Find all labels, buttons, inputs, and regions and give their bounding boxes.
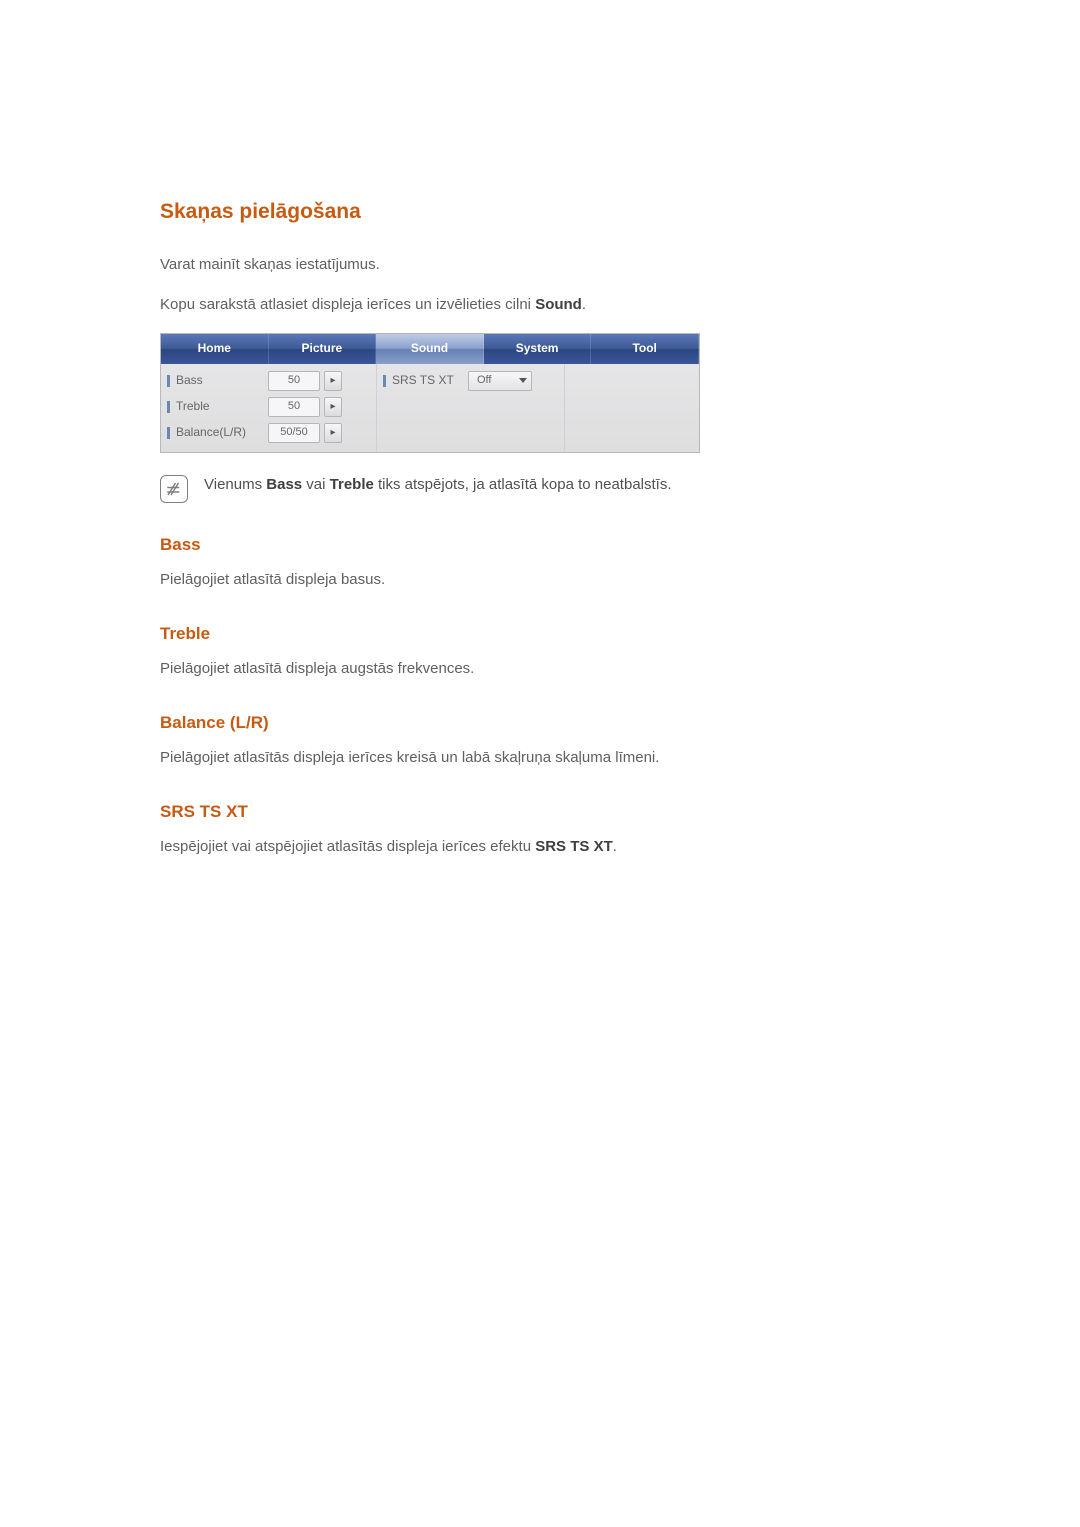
note-post: tiks atspējots, ja atlasītā kopa to neat…: [374, 476, 672, 493]
tab-bar: Home Picture Sound System Tool: [161, 334, 699, 364]
note-icon: [160, 475, 188, 503]
tab-picture[interactable]: Picture: [269, 334, 377, 364]
note: Vienums Bass vai Treble tiks atspējots, …: [160, 473, 920, 503]
page-title: Skaņas pielāgošana: [160, 195, 920, 229]
intro-2-post: .: [582, 296, 586, 313]
bass-step-button[interactable]: ▸: [324, 371, 342, 391]
balance-value[interactable]: 50/50: [268, 423, 320, 443]
srs-select[interactable]: Off: [468, 371, 532, 391]
section-srs-text: Iespējojiet vai atspējojiet atlasītās di…: [160, 835, 920, 859]
intro-text-2: Kopu sarakstā atlasiet displeja ierīces …: [160, 293, 920, 317]
marker-icon: [167, 401, 170, 413]
row-bass: Bass 50 ▸: [167, 368, 370, 394]
sound-settings-panel: Home Picture Sound System Tool Bass 50 ▸…: [160, 333, 700, 453]
srs-text-pre: Iespējojiet vai atspējojiet atlasītās di…: [160, 838, 535, 855]
marker-icon: [167, 427, 170, 439]
tab-sound[interactable]: Sound: [376, 334, 484, 364]
row-treble: Treble 50 ▸: [167, 394, 370, 420]
treble-value[interactable]: 50: [268, 397, 320, 417]
section-srs-title: SRS TS XT: [160, 798, 920, 825]
label-treble: Treble: [176, 397, 264, 416]
section-treble-title: Treble: [160, 620, 920, 647]
intro-2-pre: Kopu sarakstā atlasiet displeja ierīces …: [160, 296, 535, 313]
note-mid: vai: [302, 476, 330, 493]
note-b1: Bass: [266, 476, 302, 493]
row-balance: Balance(L/R) 50/50 ▸: [167, 420, 370, 446]
note-text: Vienums Bass vai Treble tiks atspējots, …: [204, 473, 672, 497]
note-b2: Treble: [330, 476, 374, 493]
tab-home[interactable]: Home: [161, 334, 269, 364]
tab-system[interactable]: System: [484, 334, 592, 364]
marker-icon: [167, 375, 170, 387]
note-pre: Vienums: [204, 476, 266, 493]
label-balance: Balance(L/R): [176, 423, 264, 442]
intro-2-bold: Sound: [535, 296, 582, 313]
tab-tool[interactable]: Tool: [591, 334, 699, 364]
srs-select-value: Off: [477, 372, 491, 390]
row-srs: SRS TS XT Off: [383, 368, 558, 394]
treble-step-button[interactable]: ▸: [324, 397, 342, 417]
panel-col-3: [564, 364, 699, 452]
panel-body: Bass 50 ▸ Treble 50 ▸ Balance(L/R) 50/50…: [161, 364, 699, 452]
label-srs: SRS TS XT: [392, 371, 464, 390]
label-bass: Bass: [176, 371, 264, 390]
balance-step-button[interactable]: ▸: [324, 423, 342, 443]
bass-value[interactable]: 50: [268, 371, 320, 391]
panel-col-1: Bass 50 ▸ Treble 50 ▸ Balance(L/R) 50/50…: [161, 364, 376, 452]
srs-text-bold: SRS TS XT: [535, 838, 613, 855]
marker-icon: [383, 375, 386, 387]
section-treble-text: Pielāgojiet atlasītā displeja augstās fr…: [160, 657, 920, 681]
chevron-down-icon: [519, 378, 527, 383]
section-bass-text: Pielāgojiet atlasītā displeja basus.: [160, 568, 920, 592]
section-balance-text: Pielāgojiet atlasītās displeja ierīces k…: [160, 746, 920, 770]
srs-text-post: .: [613, 838, 617, 855]
panel-col-2: SRS TS XT Off: [376, 364, 564, 452]
intro-text-1: Varat mainīt skaņas iestatījumus.: [160, 253, 920, 277]
section-balance-title: Balance (L/R): [160, 709, 920, 736]
section-bass-title: Bass: [160, 531, 920, 558]
